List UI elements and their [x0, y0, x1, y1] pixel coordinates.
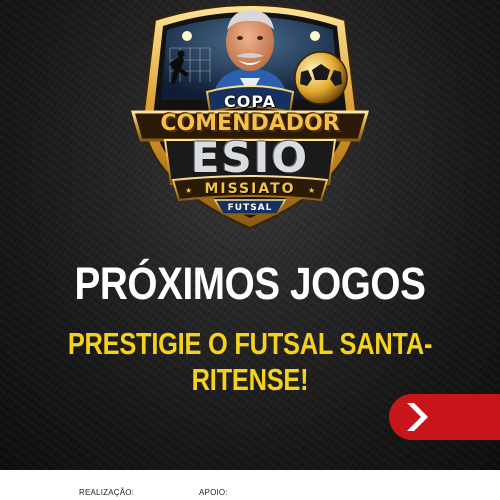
page-title: PRÓXIMOS JOGOS — [74, 258, 426, 309]
badge-missiato-text: MISSIATO — [204, 181, 296, 197]
badge-esio-text: ESIO — [190, 133, 310, 182]
page-subtitle: PRESTIGIE O FUTSAL SANTA-RITENSE! — [67, 326, 433, 397]
badge-futsal-text: FUTSAL — [227, 203, 273, 213]
copa-emblem: ★ ★ COPA COMENDADOR ESIO MISSIATO FUTSAL — [125, 0, 375, 232]
chevron-right-icon — [407, 403, 428, 431]
badge-copa-text: COPA — [224, 92, 276, 111]
apoio-label: APOIO: — [199, 488, 228, 497]
footer-bar: REALIZAÇÃO: APOIO: — [0, 470, 500, 500]
realizacao-label: REALIZAÇÃO: — [79, 488, 135, 497]
next-button[interactable] — [389, 394, 500, 440]
